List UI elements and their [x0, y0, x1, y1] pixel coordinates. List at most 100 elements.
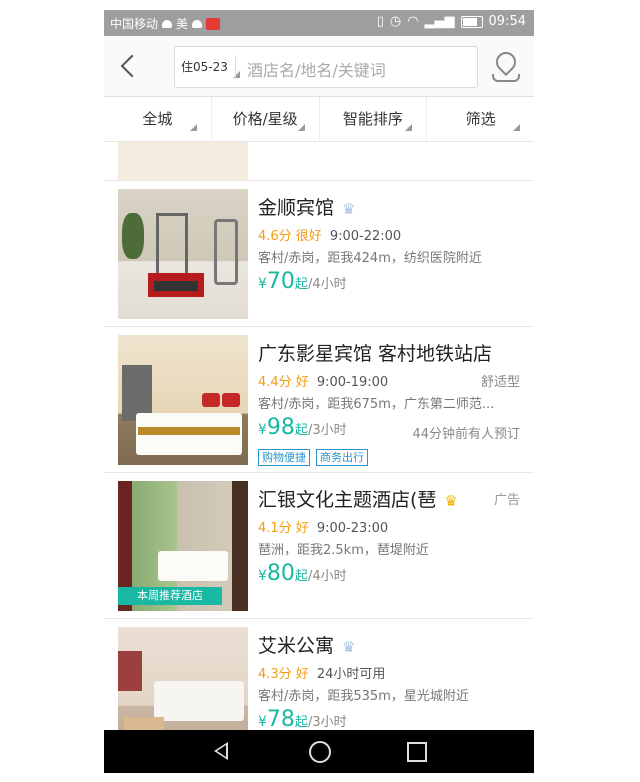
hours: 24小时可用 — [316, 667, 386, 682]
app-notification-icon — [206, 17, 221, 30]
price-unit: /3小时 — [307, 423, 347, 438]
hotel-name-text: 金顺宾馆 — [258, 197, 335, 219]
signal-icon: ▂▄▆ — [424, 14, 455, 29]
feature-tag: 购物便捷 — [258, 449, 310, 466]
filter-area[interactable]: 全城 — [104, 97, 212, 141]
address: 客村/赤岗，距我675m，广东第二师范... — [258, 397, 495, 412]
dropdown-triangle-icon — [297, 124, 305, 131]
price-unit: /4小时 — [307, 569, 347, 584]
price: ¥70起/4小时 — [258, 269, 347, 294]
carrier-label: 中国移动 — [110, 17, 159, 31]
hotel-name-text: 汇银文化主题酒店(琶 — [258, 489, 437, 511]
price-symbol: ¥ — [258, 422, 267, 438]
filter-price-label: 价格/星级 — [232, 110, 298, 128]
back-button[interactable] — [118, 52, 142, 80]
search-input[interactable]: 酒店名/地名/关键词 — [247, 57, 386, 81]
nav-home-icon[interactable] — [309, 741, 331, 763]
rating: 4.3分 好 — [258, 667, 309, 682]
extra-label: 美 — [176, 17, 189, 31]
map-pin-icon — [491, 47, 521, 77]
hotel-list: 金顺宾馆 ♛ 4.6分 很好 9:00-22:00 客村/赤岗，距我424m，纺织医… — [104, 142, 534, 730]
price-unit: /3小时 — [307, 715, 347, 730]
price-value: 70 — [266, 269, 295, 294]
dropdown-triangle-icon — [513, 124, 520, 131]
address: 客村/赤岗，距我424m，纺织医院附近 — [258, 251, 482, 266]
phone-screen: 中国移动 美 ▯ ◷ ◠ ▂▄▆ 09:54 住05-23 酒店名/地名/关键词 — [104, 10, 534, 773]
price-suffix: 起 — [294, 277, 308, 292]
hotel-name: 汇银文化主题酒店(琶 ♛ — [258, 485, 458, 512]
filter-sort[interactable]: 智能排序 — [320, 97, 428, 141]
hours: 9:00-23:00 — [316, 521, 389, 536]
rating: 4.4分 好 — [258, 375, 309, 390]
alarm-icon: ◷ — [389, 14, 402, 29]
price: ¥78起/3小时 — [258, 707, 347, 730]
filter-more[interactable]: 筛选 — [427, 97, 534, 141]
hotel-thumbnail: 本周推荐酒店 — [118, 481, 248, 611]
search-box[interactable]: 住05-23 酒店名/地名/关键词 — [174, 46, 478, 88]
price-suffix: 起 — [294, 569, 308, 584]
system-nav-bar — [104, 730, 534, 773]
feature-tags: 购物便捷 商务出行 — [258, 449, 368, 466]
weekly-recommend-badge: 本周推荐酒店 — [118, 587, 222, 605]
clock: 09:54 — [488, 14, 526, 29]
address: 琶洲，距我2.5km，琶堤附近 — [258, 543, 429, 558]
checkin-date-label: 住05-23 — [181, 60, 228, 74]
cloud-icon — [162, 19, 173, 28]
filter-more-label: 筛选 — [465, 110, 496, 128]
hotel-thumbnail — [118, 627, 248, 730]
rating-line: 4.6分 很好 9:00-22:00 — [258, 225, 401, 244]
crown-icon: ♛ — [444, 491, 458, 510]
hotel-type: 舒适型 — [480, 375, 520, 390]
rating: 4.1分 好 — [258, 521, 309, 536]
hotel-card-partial[interactable] — [104, 142, 534, 181]
status-left: 中国移动 美 — [110, 15, 221, 32]
hotel-thumbnail — [118, 189, 248, 319]
price: ¥80起/4小时 — [258, 561, 347, 586]
hours: 9:00-19:00 — [316, 375, 389, 390]
price-symbol: ¥ — [258, 714, 267, 730]
dropdown-triangle-icon — [405, 124, 413, 131]
status-right: ▯ ◷ ◠ ▂▄▆ 09:54 — [377, 14, 526, 29]
filter-bar: 全城 价格/星级 智能排序 筛选 — [104, 97, 534, 142]
dropdown-triangle-icon — [189, 124, 197, 131]
search-divider — [235, 55, 236, 79]
hotel-card[interactable]: 本周推荐酒店 汇银文化主题酒店(琶 ♛ 广告 4.1分 好 9:00-23:00 琶… — [104, 473, 534, 619]
hotel-name: 广东影星宾馆 客村地铁站店 — [258, 343, 493, 365]
price-symbol: ¥ — [258, 276, 267, 292]
hotel-thumbnail — [118, 142, 248, 180]
hours: 9:00-22:00 — [329, 229, 402, 244]
checkin-date-chip[interactable]: 住05-23 — [181, 58, 240, 78]
status-bar: 中国移动 美 ▯ ◷ ◠ ▂▄▆ 09:54 — [104, 10, 534, 36]
price-unit: /4小时 — [307, 277, 347, 292]
hotel-card[interactable]: 艾米公寓 ♛ 4.3分 好 24小时可用 客村/赤岗，距我535m，星光城附近 ¥7… — [104, 619, 534, 730]
wifi-icon: ◠ — [407, 14, 419, 29]
location-button[interactable] — [491, 47, 521, 82]
hotel-name-text: 艾米公寓 — [258, 635, 335, 657]
rating-line: 4.3分 好 24小时可用 — [258, 663, 385, 682]
feature-tag: 商务出行 — [316, 449, 368, 466]
battery-icon — [460, 15, 483, 28]
nav-back-icon[interactable] — [214, 742, 228, 760]
map-pin-base — [492, 74, 520, 82]
filter-price-star[interactable]: 价格/星级 — [212, 97, 320, 141]
hotel-thumbnail — [118, 335, 248, 465]
filter-sort-label: 智能排序 — [342, 110, 403, 128]
hotel-card[interactable]: 金顺宾馆 ♛ 4.6分 很好 9:00-22:00 客村/赤岗，距我424m，纺织医… — [104, 181, 534, 327]
filter-area-label: 全城 — [142, 110, 173, 128]
ad-label: 广告 — [493, 493, 520, 508]
rating-line: 4.1分 好 9:00-23:00 — [258, 517, 388, 536]
price-value: 80 — [266, 561, 295, 586]
vibrate-icon: ▯ — [376, 14, 384, 29]
hotel-name: 金顺宾馆 ♛ — [258, 193, 355, 220]
price-suffix: 起 — [294, 423, 308, 438]
nav-recent-apps-icon[interactable] — [407, 742, 427, 762]
rating: 4.6分 很好 — [258, 229, 322, 244]
price-suffix: 起 — [294, 715, 308, 730]
rating-line: 4.4分 好 9:00-19:00 — [258, 371, 388, 390]
price: ¥98起/3小时 — [258, 415, 347, 440]
hotel-card[interactable]: 广东影星宾馆 客村地铁站店 4.4分 好 9:00-19:00 舒适型 客村/赤岗… — [104, 327, 534, 473]
wechat-icon — [192, 19, 203, 28]
crown-icon: ♛ — [342, 199, 356, 218]
crown-icon: ♛ — [342, 637, 356, 656]
price-value: 98 — [266, 415, 295, 440]
